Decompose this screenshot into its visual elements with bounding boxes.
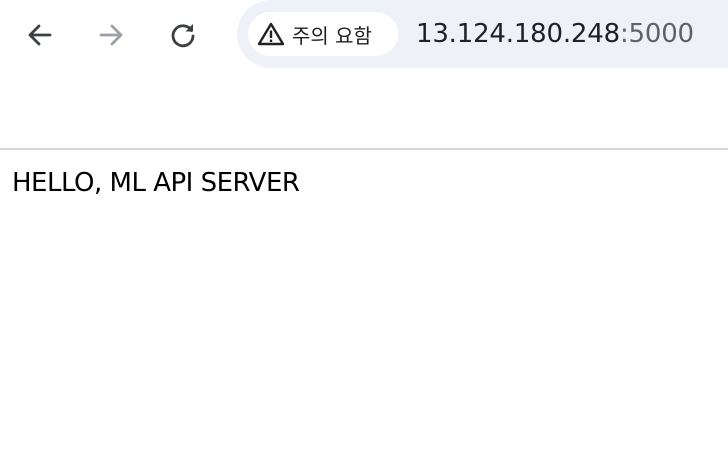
reload-icon — [171, 24, 195, 48]
warning-triangle-icon — [256, 19, 286, 49]
url-text[interactable]: 13.124.180.248:5000 — [416, 17, 694, 51]
reload-button[interactable] — [163, 15, 203, 55]
forward-button[interactable] — [91, 15, 131, 55]
arrow-left-icon — [28, 24, 52, 46]
back-button[interactable] — [20, 15, 60, 55]
arrow-right-icon — [99, 24, 123, 46]
security-chip[interactable]: 주의 요함 — [248, 12, 398, 56]
url-host: 13.124.180.248 — [416, 19, 620, 49]
security-label: 주의 요함 — [292, 23, 372, 48]
url-port: :5000 — [619, 19, 694, 49]
browser-toolbar: 주의 요함 13.124.180.248:5000 — [0, 0, 728, 70]
page-body-text: HELLO, ML API SERVER — [12, 168, 300, 198]
toolbar-divider — [0, 148, 728, 150]
